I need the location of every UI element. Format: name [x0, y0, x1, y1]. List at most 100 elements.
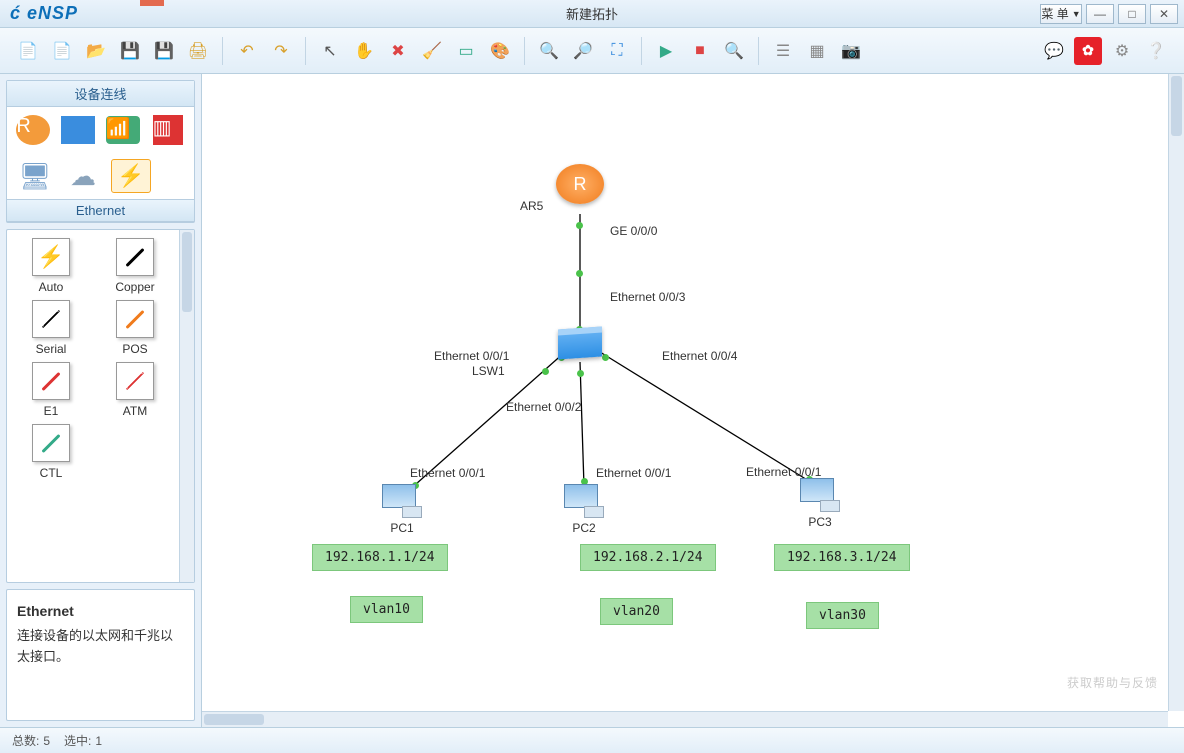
zoom-fit-button[interactable]: ⛶ — [603, 37, 631, 65]
port-label: Ethernet 0/0/3 — [610, 290, 685, 304]
device-cat-switch[interactable] — [60, 113, 97, 147]
port-dot — [576, 270, 583, 277]
port-label: Ethernet 0/0/4 — [662, 349, 737, 363]
menu-button[interactable]: 菜 单▼ — [1040, 4, 1082, 24]
status-total-label: 总数: — [12, 732, 39, 749]
device-cat-firewall[interactable]: ▥ — [149, 113, 186, 147]
window-title: 新建拓扑 — [566, 4, 618, 23]
port-label: Ethernet 0/0/1 — [434, 349, 509, 363]
status-bar: 总数: 5 选中: 1 — [0, 727, 1184, 753]
title-bar: ć eNSP 新建拓扑 菜 单▼ — □ ✕ — [0, 0, 1184, 28]
annotation-vlan10[interactable]: vlan10 — [350, 596, 423, 623]
device-cat-router[interactable]: R — [15, 113, 52, 147]
hint-box: Ethernet 连接设备的以太网和千兆以太接口。 — [6, 589, 195, 721]
device-cat-wlan[interactable]: 📶 — [105, 113, 142, 147]
node-pc2[interactable]: PC2 — [564, 484, 604, 535]
link-copper[interactable]: Copper — [93, 238, 177, 294]
pc-icon — [564, 484, 604, 518]
watermark: 获取帮助与反馈 — [1067, 674, 1158, 691]
node-pc1[interactable]: PC1 — [382, 484, 422, 535]
start-button[interactable]: ▶ — [652, 37, 680, 65]
topology-canvas[interactable]: R AR5 GE 0/0/0 Ethernet 0/0/3 LSW1 Ether… — [202, 74, 1168, 711]
port-label: GE 0/0/0 — [610, 224, 657, 238]
node-label: LSW1 — [472, 364, 505, 378]
link-e1[interactable]: E1 — [9, 362, 93, 418]
annotation-ip3[interactable]: 192.168.3.1/24 — [774, 544, 910, 571]
huawei-logo-icon: ✿ — [1074, 37, 1102, 65]
undo-button[interactable]: ↶ — [233, 37, 261, 65]
annotation-vlan30[interactable]: vlan30 — [806, 602, 879, 629]
hint-body: 连接设备的以太网和千兆以太接口。 — [17, 626, 184, 668]
link-pos[interactable]: POS — [93, 300, 177, 356]
minimize-button[interactable]: — — [1086, 4, 1114, 24]
close-button[interactable]: ✕ — [1150, 4, 1178, 24]
side-panel: 设备连线 R 📶 ▥ 🖥 ☁ ⚡ Ethernet ⚡Auto Copper S… — [0, 74, 202, 727]
hint-title: Ethernet — [17, 600, 184, 622]
port-dot — [542, 368, 549, 375]
annotation-ip2[interactable]: 192.168.2.1/24 — [580, 544, 716, 571]
canvas-scrollbar-horizontal[interactable] — [202, 711, 1168, 727]
port-dot — [576, 222, 583, 229]
new-topo-button[interactable]: 📄 — [14, 37, 42, 65]
print-button[interactable]: 🖨 — [184, 37, 212, 65]
broom-tool[interactable]: 🧹 — [418, 37, 446, 65]
select-tool[interactable]: ↖ — [316, 37, 344, 65]
node-ar5[interactable]: R AR5 — [556, 164, 604, 204]
maximize-button[interactable]: □ — [1118, 4, 1146, 24]
open-button[interactable]: 📂 — [82, 37, 110, 65]
switch-icon — [558, 326, 602, 359]
link-serial[interactable]: Serial — [9, 300, 93, 356]
port-label: Ethernet 0/0/1 — [596, 466, 671, 480]
canvas-scrollbar-vertical[interactable] — [1168, 74, 1184, 711]
palette-tool[interactable]: 🎨 — [486, 37, 514, 65]
device-category-box: 设备连线 R 📶 ▥ 🖥 ☁ ⚡ Ethernet — [6, 80, 195, 223]
pan-tool[interactable]: ✋ — [350, 37, 378, 65]
device-cat-link[interactable]: ⚡ — [111, 159, 151, 193]
port-label: Ethernet 0/0/1 — [746, 465, 821, 479]
link-ctl[interactable]: CTL — [9, 424, 93, 480]
app-logo: ć eNSP — [0, 3, 88, 24]
new-project-button[interactable]: 📄 — [48, 37, 76, 65]
node-label: PC2 — [564, 521, 604, 535]
link-auto[interactable]: ⚡Auto — [9, 238, 93, 294]
link-list-box: ⚡Auto Copper Serial POS E1 ATM CTL — [6, 229, 195, 583]
node-lsw1[interactable] — [558, 328, 602, 358]
annotation-ip1[interactable]: 192.168.1.1/24 — [312, 544, 448, 571]
zoom-in-button[interactable]: 🔍 — [535, 37, 563, 65]
delete-tool[interactable]: ✖ — [384, 37, 412, 65]
pc-icon — [800, 478, 840, 512]
port-label: Ethernet 0/0/2 — [506, 400, 581, 414]
modified-indicator — [140, 0, 164, 6]
port-label: Ethernet 0/0/1 — [410, 466, 485, 480]
settings-button[interactable]: ⚙ — [1108, 37, 1136, 65]
grid-button[interactable]: ▦ — [803, 37, 831, 65]
port-dot — [602, 354, 609, 361]
zoom-out-button[interactable]: 🔎 — [569, 37, 597, 65]
pc-icon — [382, 484, 422, 518]
topology-links — [202, 74, 1168, 711]
status-selected-value: 1 — [95, 734, 102, 748]
status-selected-label: 选中: — [64, 732, 91, 749]
annotation-vlan20[interactable]: vlan20 — [600, 598, 673, 625]
save-as-button[interactable]: 💾 — [150, 37, 178, 65]
port-dot — [577, 370, 584, 377]
router-icon: R — [556, 164, 604, 204]
device-cat-cloud[interactable]: ☁ — [63, 159, 103, 193]
help-button[interactable]: ❔ — [1142, 37, 1170, 65]
device-cat-pc[interactable]: 🖥 — [15, 159, 55, 193]
link-category-header: Ethernet — [7, 199, 194, 222]
chat-button[interactable]: 💬 — [1040, 37, 1068, 65]
capture-button[interactable]: 🔍 — [720, 37, 748, 65]
interface-list-button[interactable]: ☰ — [769, 37, 797, 65]
redo-button[interactable]: ↷ — [267, 37, 295, 65]
node-label: AR5 — [520, 199, 543, 213]
link-list-scrollbar[interactable] — [179, 230, 194, 582]
node-pc3[interactable]: PC3 — [800, 478, 840, 529]
text-tool[interactable]: ▭ — [452, 37, 480, 65]
stop-button[interactable]: ■ — [686, 37, 714, 65]
save-button[interactable]: 💾 — [116, 37, 144, 65]
snapshot-button[interactable]: 📷 — [837, 37, 865, 65]
node-label: PC3 — [800, 515, 840, 529]
device-category-header: 设备连线 — [7, 81, 194, 107]
link-atm[interactable]: ATM — [93, 362, 177, 418]
